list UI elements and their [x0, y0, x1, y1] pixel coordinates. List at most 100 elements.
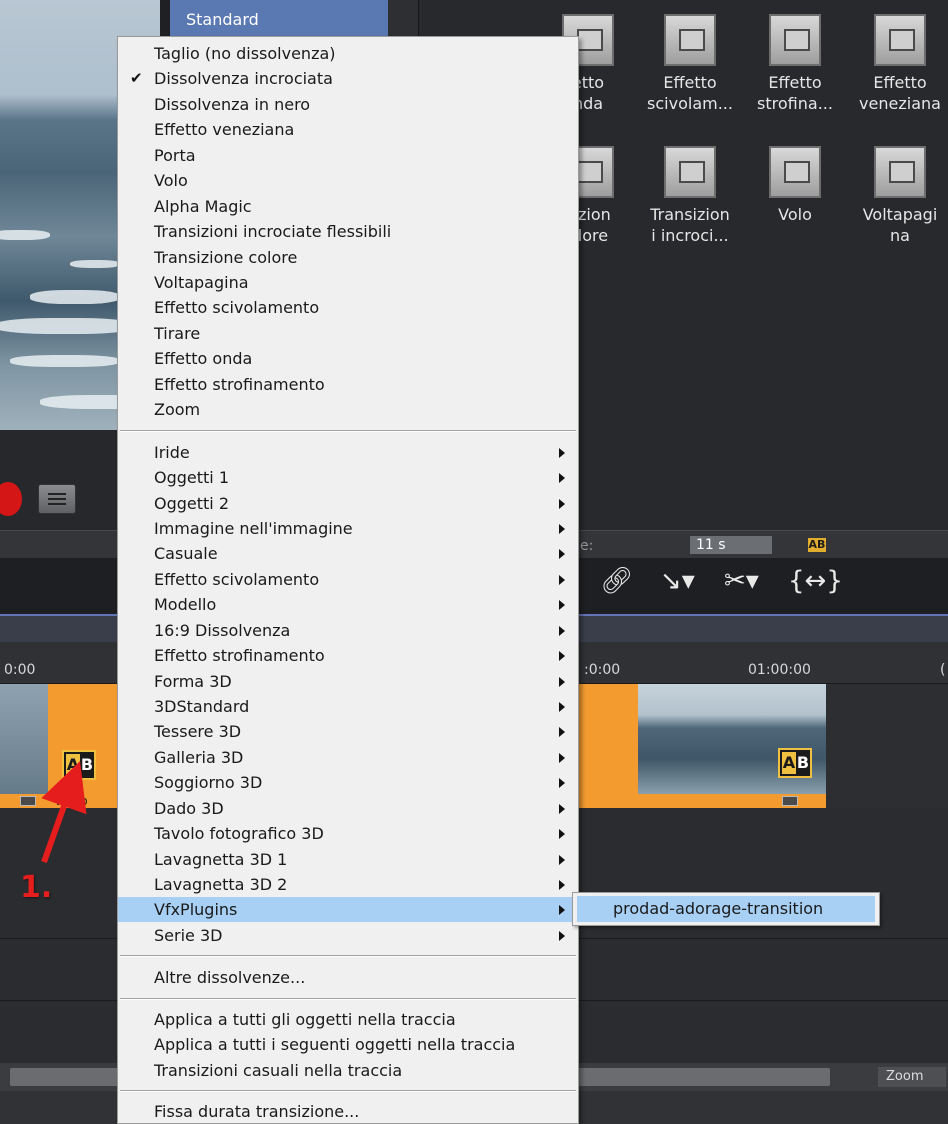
checkmark-icon: ✔ [130, 69, 143, 87]
submenu-item[interactable]: Serie 3D [118, 923, 578, 948]
menu-item[interactable]: Volo [118, 168, 578, 193]
submenu-arrow-icon [559, 829, 565, 839]
submenu-item[interactable]: Effetto scivolamento [118, 567, 578, 592]
menu-item-label: 16:9 Dissolvenza [154, 621, 291, 640]
effect-tile[interactable]: Effetto strofina... [745, 14, 845, 114]
clip-previous[interactable] [0, 684, 48, 794]
menu-item[interactable]: Taglio (no dissolvenza) [118, 41, 578, 66]
transition-ab-icon[interactable]: AB [778, 748, 812, 778]
menu-item[interactable]: Transizioni incrociate flessibili [118, 219, 578, 244]
submenu-item-prodad-adorage[interactable]: prodad-adorage-transition [577, 896, 875, 922]
submenu-item[interactable]: Dado 3D [118, 796, 578, 821]
apply-all-in-track-item[interactable]: Applica a tutti gli oggetti nella tracci… [118, 1007, 578, 1032]
menu-item[interactable]: Effetto scivolamento [118, 295, 578, 320]
transition-context-menu: Taglio (no dissolvenza) ✔ Dissolvenza inc… [117, 36, 579, 1124]
annotation-step1: 1. [20, 870, 53, 905]
submenu-arrow-icon [559, 778, 565, 788]
effect-tile[interactable]: Volo [745, 146, 845, 225]
submenu-item[interactable]: Tavolo fotografico 3D [118, 821, 578, 846]
effect-tile[interactable]: Voltapagi na [850, 146, 948, 246]
submenu-arrow-icon [559, 600, 565, 610]
effect-thumbnail-icon [874, 14, 926, 66]
menu-item-label: Effetto scivolamento [154, 298, 320, 317]
submenu-item[interactable]: Lavagnetta 3D 2 [118, 872, 578, 897]
duration-field[interactable]: 11 s [690, 536, 772, 554]
submenu-item[interactable]: Forma 3D [118, 669, 578, 694]
submenu-item[interactable]: Tessere 3D [118, 719, 578, 744]
menu-item-label: Altre dissolvenze... [154, 968, 306, 987]
menu-item[interactable]: Zoom [118, 397, 578, 422]
submenu-item[interactable]: Iride [118, 440, 578, 465]
menu-item-label: Modello [154, 595, 217, 614]
effect-label: Effetto scivolam... [647, 73, 733, 113]
submenu-item[interactable]: Lavagnetta 3D 1 [118, 847, 578, 872]
menu-item-label: Effetto strofinamento [154, 646, 325, 665]
submenu-arrow-icon [559, 880, 565, 890]
menu-item[interactable]: Tirare [118, 321, 578, 346]
list-view-button[interactable] [38, 484, 76, 514]
menu-item-label: Lavagnetta 3D 1 [154, 850, 288, 869]
effect-thumbnail-icon [664, 146, 716, 198]
submenu-arrow-icon [559, 905, 565, 915]
submenu-item[interactable]: Oggetti 1 [118, 465, 578, 490]
menu-separator [120, 1090, 576, 1092]
effect-label: Voltapagi na [862, 205, 938, 245]
submenu-item[interactable]: Modello [118, 592, 578, 617]
menu-item[interactable]: Porta [118, 143, 578, 168]
menu-item-label: Dado 3D [154, 799, 224, 818]
effect-label: Volo [778, 205, 812, 224]
pointer-tool-icon[interactable]: ↘▾ [660, 566, 695, 596]
clip-name: Video [54, 794, 88, 808]
menu-item[interactable]: Effetto strofinamento [118, 372, 578, 397]
category-item-standard[interactable]: Standard [170, 0, 388, 36]
menu-item-label: Volo [154, 171, 188, 190]
menu-item-label: Immagine nell'immagine [154, 519, 353, 538]
effect-tile[interactable]: Effetto scivolam... [640, 14, 740, 114]
menu-item-label: Tavolo fotografico 3D [154, 824, 324, 843]
menu-item[interactable]: Transizione colore [118, 245, 578, 270]
more-transitions-item[interactable]: Altre dissolvenze... [118, 965, 578, 990]
apply-following-in-track-item[interactable]: Applica a tutti i seguenti oggetti nella… [118, 1032, 578, 1057]
menu-item-checked[interactable]: ✔ Dissolvenza incrociata [118, 66, 578, 91]
menu-item-label: Voltapagina [154, 273, 249, 292]
submenu-arrow-icon [559, 473, 565, 483]
link-icon[interactable]: 🔗︎ [600, 566, 633, 596]
menu-item-label: Iride [154, 443, 190, 462]
submenu-item[interactable]: 16:9 Dissolvenza [118, 618, 578, 643]
transition-ab-icon[interactable]: AB [808, 538, 826, 552]
submenu-item-vfxplugins[interactable]: VfxPlugins [118, 897, 578, 922]
random-transitions-item[interactable]: Transizioni casuali nella traccia [118, 1058, 578, 1083]
gap-tool-icon[interactable]: {↔} [788, 566, 843, 596]
submenu-item[interactable]: 3DStandard [118, 694, 578, 719]
transition-ab-icon[interactable]: AB [62, 750, 96, 780]
effect-tile[interactable]: Transizion i incroci... [640, 146, 740, 246]
effect-label: Effetto veneziana [859, 73, 941, 113]
submenu-item[interactable]: Casuale [118, 541, 578, 566]
clip-menu-button[interactable] [782, 796, 798, 806]
menu-item-label: Effetto onda [154, 349, 253, 368]
menu-item[interactable]: Alpha Magic [118, 194, 578, 219]
fix-duration-item[interactable]: Fissa durata transizione... [118, 1099, 578, 1124]
submenu-item[interactable]: Galleria 3D [118, 745, 578, 770]
effect-tile[interactable]: Effetto veneziana [850, 14, 948, 114]
vfxplugins-submenu: prodad-adorage-transition [572, 892, 880, 926]
menu-item-label: Alpha Magic [154, 197, 252, 216]
menu-item-label: VfxPlugins [154, 900, 238, 919]
submenu-item[interactable]: Immagine nell'immagine [118, 516, 578, 541]
zoom-button[interactable]: Zoom [878, 1067, 946, 1087]
submenu-item[interactable]: Effetto strofinamento [118, 643, 578, 668]
menu-item-label: Transizioni incrociate flessibili [154, 222, 392, 241]
menu-item[interactable]: Effetto veneziana [118, 117, 578, 142]
menu-item-label: Soggiorno 3D [154, 773, 263, 792]
submenu-item[interactable]: Soggiorno 3D [118, 770, 578, 795]
menu-item-label: Transizioni casuali nella traccia [154, 1061, 403, 1080]
submenu-item[interactable]: Oggetti 2 [118, 491, 578, 516]
menu-item-label: Oggetti 2 [154, 494, 230, 513]
razor-tool-icon[interactable]: ✂▾ [724, 566, 759, 596]
menu-item[interactable]: Dissolvenza in nero [118, 92, 578, 117]
menu-item[interactable]: Effetto onda [118, 346, 578, 371]
menu-item-label: Effetto scivolamento [154, 570, 320, 589]
menu-separator [120, 955, 576, 957]
clip-menu-button[interactable] [20, 796, 36, 806]
menu-item[interactable]: Voltapagina [118, 270, 578, 295]
